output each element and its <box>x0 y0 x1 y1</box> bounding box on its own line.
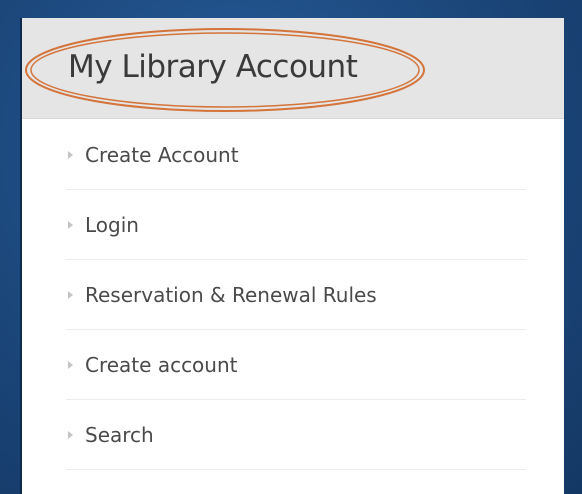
account-menu: Create Account Login Reservation & Renew… <box>66 120 526 470</box>
arrow-right-icon <box>68 220 73 229</box>
panel-header: My Library Account <box>22 18 564 119</box>
menu-item-login[interactable]: Login <box>66 190 526 260</box>
menu-item-label: Login <box>85 212 139 237</box>
arrow-right-icon <box>68 290 73 299</box>
menu-item-search[interactable]: Search <box>66 400 526 470</box>
library-account-panel: My Library Account Create Account Login … <box>20 18 564 494</box>
arrow-right-icon <box>68 360 73 369</box>
panel-title: My Library Account <box>68 49 358 85</box>
menu-item-label: Search <box>85 422 154 447</box>
menu-item-create-account[interactable]: Create Account <box>66 120 526 190</box>
arrow-right-icon <box>68 430 73 439</box>
menu-item-reservation-renewal-rules[interactable]: Reservation & Renewal Rules <box>66 260 526 330</box>
menu-item-create-account-2[interactable]: Create account <box>66 330 526 400</box>
menu-item-label: Reservation & Renewal Rules <box>85 282 377 307</box>
menu-item-label: Create Account <box>85 142 239 167</box>
arrow-right-icon <box>68 150 73 159</box>
menu-item-label: Create account <box>85 352 238 377</box>
